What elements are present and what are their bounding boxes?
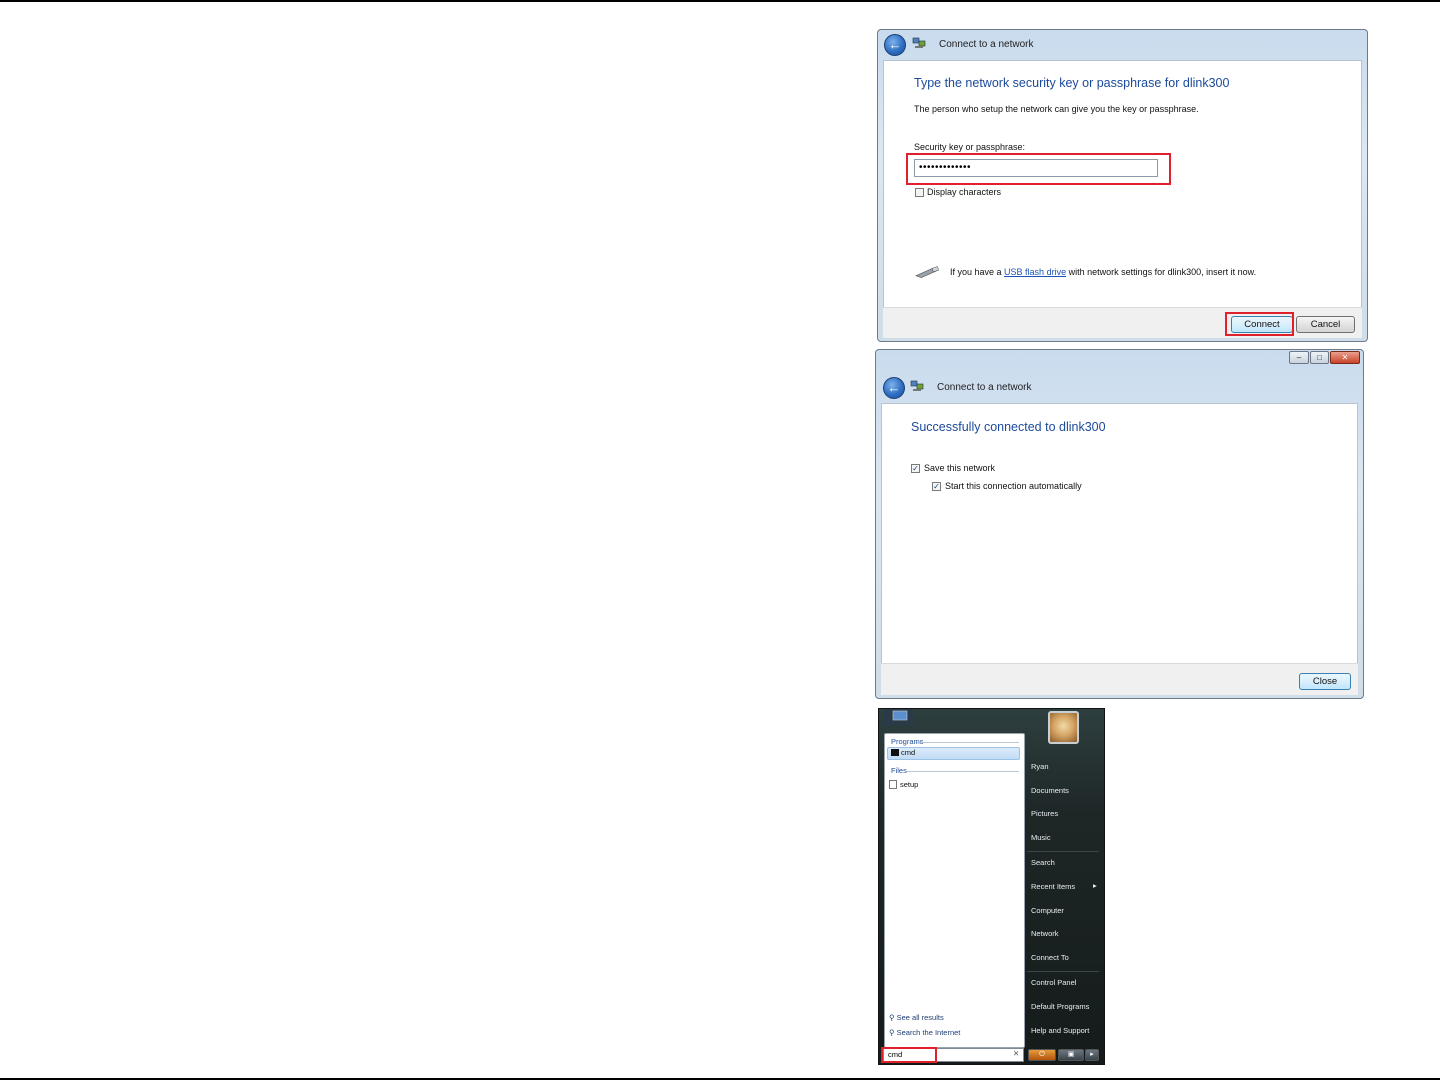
usb-drive-icon <box>915 266 939 278</box>
search-icon: ⚲ <box>889 1028 895 1037</box>
connect-button-highlight <box>1225 312 1294 336</box>
save-network-checkbox[interactable]: ✓ <box>911 464 920 473</box>
start-search-results: Programs cmd Files setup ⚲ See all resul… <box>884 733 1025 1048</box>
result-cmd[interactable]: cmd <box>887 747 1020 760</box>
usb-prefix: If you have a <box>950 267 1005 277</box>
right-item-connect-to[interactable]: Connect To <box>1031 953 1069 962</box>
search-input-highlight <box>881 1047 937 1063</box>
maximize-button[interactable]: □ <box>1310 351 1329 364</box>
back-arrow-icon[interactable]: ← <box>884 34 906 56</box>
search-internet[interactable]: ⚲ Search the Internet <box>889 1028 960 1037</box>
connect-network-dialog-key: ← Connect to a network Type the network … <box>877 29 1368 342</box>
desktop-icon <box>883 709 913 725</box>
right-item-ryan[interactable]: Ryan <box>1031 762 1049 771</box>
display-characters-label: Display characters <box>927 187 1002 197</box>
network-icon <box>910 380 924 391</box>
chevron-right-icon: ▸ <box>1093 881 1097 890</box>
connect-network-dialog-success: – □ ✕ ← Connect to a network Successfull… <box>875 349 1364 699</box>
usb-suffix: with network settings for dlink300, inse… <box>1066 267 1257 277</box>
programs-divider <box>917 742 1019 743</box>
see-all-results[interactable]: ⚲ See all results <box>889 1013 944 1022</box>
key-input-highlight <box>906 153 1171 185</box>
dialog-title: Connect to a network <box>939 39 1034 50</box>
clear-search-icon[interactable]: ✕ <box>1013 1049 1019 1058</box>
back-arrow-icon[interactable]: ← <box>883 377 905 399</box>
right-separator <box>1027 971 1099 972</box>
right-separator <box>1027 851 1099 852</box>
see-all-results-label: See all results <box>896 1013 944 1022</box>
page-bottom-rule <box>0 1078 1440 1080</box>
dialog-title: Connect to a network <box>937 382 1032 393</box>
dialog-header: ← Connect to a network <box>876 373 1363 403</box>
dialog-footer: Close <box>881 663 1358 695</box>
auto-start-label: Start this connection automatically <box>945 481 1082 491</box>
result-setup-label: setup <box>900 780 919 789</box>
search-icon: ⚲ <box>889 1013 895 1022</box>
page-top-rule <box>0 0 1440 2</box>
cmd-icon <box>891 749 899 756</box>
security-key-label: Security key or passphrase: <box>914 142 1026 152</box>
dialog-header: ← Connect to a network <box>878 30 1367 60</box>
close-button[interactable]: Close <box>1299 673 1351 690</box>
result-cmd-label: cmd <box>901 748 916 757</box>
arrow-menu-icon[interactable]: ▸ <box>1085 1049 1099 1061</box>
right-item-pictures[interactable]: Pictures <box>1031 809 1058 818</box>
right-item-search[interactable]: Search <box>1031 858 1055 867</box>
network-icon <box>912 37 926 48</box>
search-internet-label: Search the Internet <box>896 1028 961 1037</box>
success-heading: Successfully connected to dlink300 <box>911 420 1106 434</box>
power-icon[interactable]: ⏻ <box>1028 1049 1056 1061</box>
user-avatar[interactable] <box>1048 711 1079 744</box>
dialog-footer: Connect Cancel <box>883 307 1362 338</box>
result-setup[interactable]: setup <box>889 780 918 789</box>
close-window-button[interactable]: ✕ <box>1330 351 1360 364</box>
auto-start-checkbox[interactable]: ✓ <box>932 482 941 491</box>
dialog-content: Type the network security key or passphr… <box>883 60 1362 308</box>
files-header: Files <box>891 766 907 775</box>
usb-flash-drive-link[interactable]: USB flash drive <box>1004 267 1066 277</box>
display-characters-checkbox[interactable] <box>915 188 924 197</box>
files-divider <box>907 771 1019 772</box>
right-item-network[interactable]: Network <box>1031 929 1059 938</box>
right-item-music[interactable]: Music <box>1031 833 1051 842</box>
right-item-recent-items[interactable]: Recent Items <box>1031 882 1075 891</box>
minimize-button[interactable]: – <box>1289 351 1309 364</box>
cancel-button[interactable]: Cancel <box>1296 316 1355 333</box>
lock-icon[interactable]: ▣ <box>1058 1049 1084 1061</box>
right-item-help-and-support[interactable]: Help and Support <box>1031 1026 1089 1035</box>
dialog-content: Successfully connected to dlink300 ✓ Sav… <box>881 403 1358 664</box>
right-item-documents[interactable]: Documents <box>1031 786 1069 795</box>
usb-instruction: If you have a USB flash drive with netwo… <box>950 267 1256 277</box>
right-item-computer[interactable]: Computer <box>1031 906 1064 915</box>
key-description: The person who setup the network can giv… <box>914 104 1199 114</box>
right-item-default-programs[interactable]: Default Programs <box>1031 1002 1089 1011</box>
start-menu: Programs cmd Files setup ⚲ See all resul… <box>878 708 1105 1065</box>
right-item-control-panel[interactable]: Control Panel <box>1031 978 1076 987</box>
key-heading: Type the network security key or passphr… <box>914 76 1230 90</box>
file-icon <box>889 780 897 789</box>
save-network-label: Save this network <box>924 463 996 473</box>
